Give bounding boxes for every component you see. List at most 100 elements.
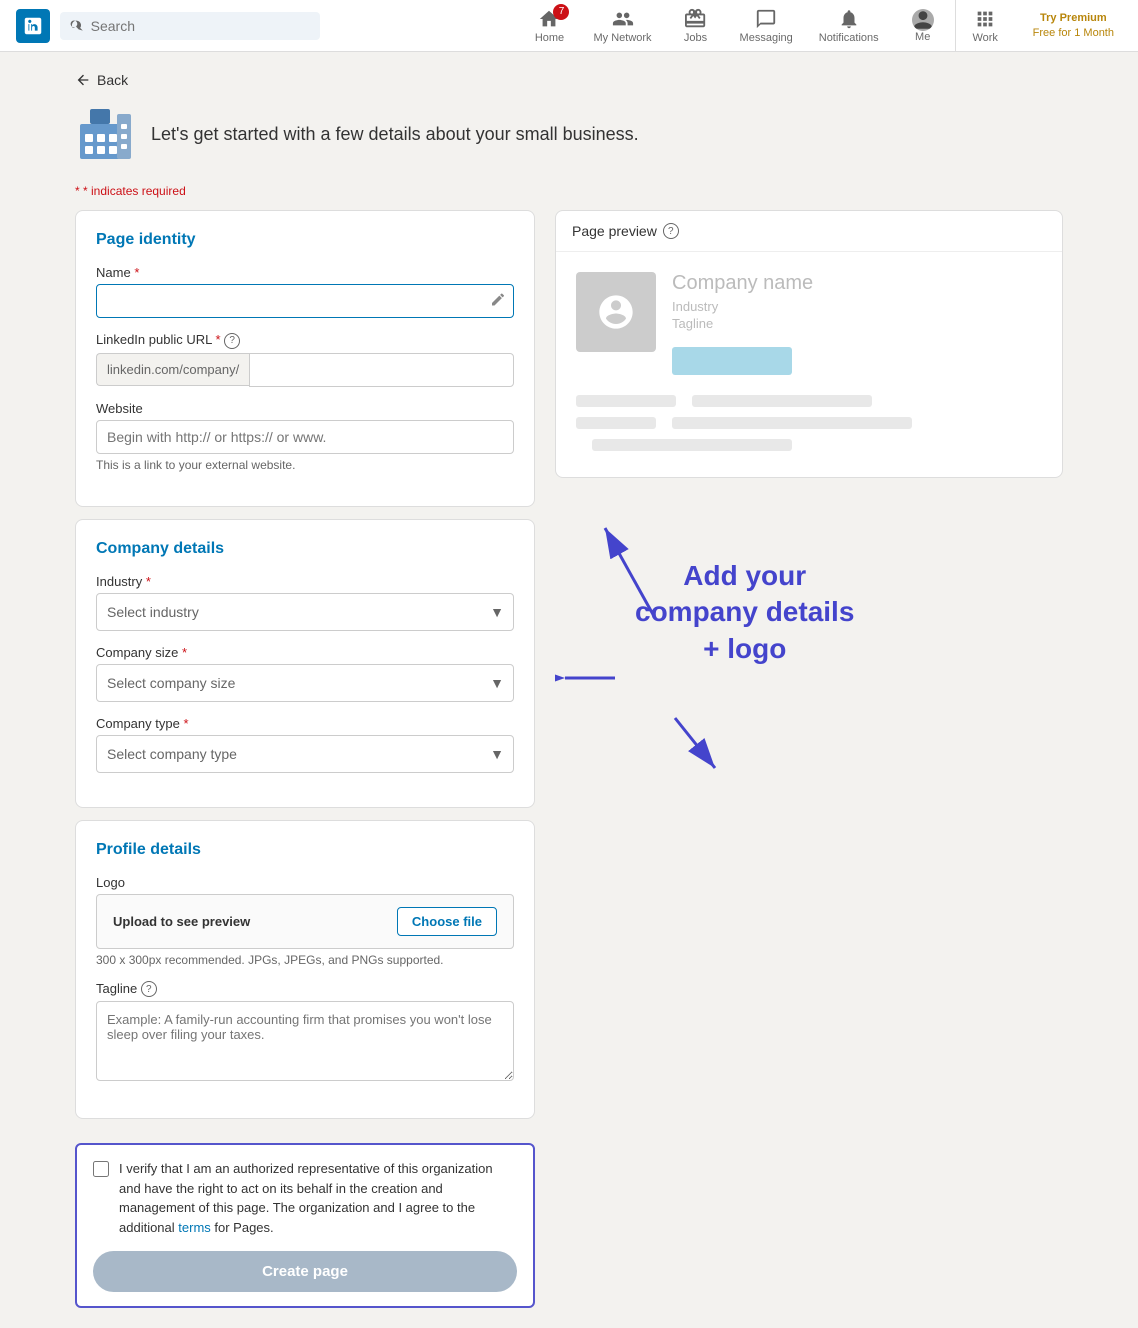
preview-bottom	[556, 395, 1062, 477]
back-label: Back	[97, 72, 128, 88]
page-preview-card: Page preview ? Company name Industry Tag…	[555, 210, 1063, 478]
nav-item-notifications[interactable]: Notifications	[807, 0, 891, 52]
preview-text-area: Company name Industry Tagline	[672, 272, 1042, 375]
search-box[interactable]	[60, 12, 320, 40]
website-input[interactable]	[96, 420, 514, 454]
skeleton-bar	[592, 439, 792, 451]
company-details-title: Company details	[96, 540, 514, 558]
website-label: Website	[96, 401, 514, 416]
avatar	[912, 9, 934, 31]
company-size-select[interactable]: Select company size 1-10 employees 11-50…	[96, 664, 514, 702]
nav-item-work[interactable]: Work	[955, 0, 1015, 52]
industry-label: Industry *	[96, 574, 514, 589]
nav-label-notifications: Notifications	[819, 32, 879, 44]
url-prefix: linkedin.com/company/	[96, 353, 249, 386]
search-input[interactable]	[91, 18, 310, 34]
linkedin-logo[interactable]	[16, 9, 50, 43]
company-type-label: Company type *	[96, 716, 514, 731]
premium-cta[interactable]: Try Premium Free for 1 Month	[1025, 11, 1122, 40]
verify-text: I verify that I am an authorized represe…	[119, 1159, 517, 1237]
company-type-field-group: Company type * Select company type Publi…	[96, 716, 514, 773]
nav-label-jobs: Jobs	[684, 32, 707, 44]
company-details-section: Company details Industry * Select indust…	[75, 519, 535, 808]
company-size-field-group: Company size * Select company size 1-10 …	[96, 645, 514, 702]
logo-hint: 300 x 300px recommended. JPGs, JPEGs, an…	[96, 953, 514, 967]
work-icon	[974, 8, 996, 30]
tagline-label: Tagline ?	[96, 981, 514, 998]
annotation-text: Add yourcompany details+ logo	[635, 558, 854, 667]
website-field-group: Website This is a link to your external …	[96, 401, 514, 472]
page-header: Let's get started with a few details abo…	[75, 104, 1063, 164]
verify-row: I verify that I am an authorized represe…	[93, 1159, 517, 1237]
logo-field-group: Logo Upload to see preview Choose file 3…	[96, 875, 514, 967]
company-size-select-wrapper: Select company size 1-10 employees 11-50…	[96, 664, 514, 702]
name-label: Name *	[96, 265, 514, 280]
tagline-field-group: Tagline ?	[96, 981, 514, 1085]
website-hint: This is a link to your external website.	[96, 458, 514, 472]
back-arrow-icon	[75, 72, 91, 88]
create-page-button[interactable]: Create page	[93, 1251, 517, 1292]
nav-label-network: My Network	[593, 32, 651, 44]
premium-line1: Try Premium	[1040, 11, 1107, 25]
name-field-group: Name *	[96, 265, 514, 318]
name-input[interactable]	[96, 284, 514, 318]
search-icon	[70, 18, 85, 34]
verify-checkbox[interactable]	[93, 1161, 109, 1177]
messaging-icon	[755, 8, 777, 30]
tagline-help-icon[interactable]: ?	[141, 981, 157, 997]
network-icon	[612, 8, 634, 30]
skeleton-bar	[576, 417, 656, 429]
preview-content: Company name Industry Tagline	[556, 252, 1062, 395]
company-type-select[interactable]: Select company type Public company Self-…	[96, 735, 514, 773]
nav-label-messaging: Messaging	[740, 32, 793, 44]
logo-label: Logo	[96, 875, 514, 890]
url-help-icon[interactable]: ?	[224, 333, 240, 349]
skeleton-bar	[672, 417, 912, 429]
skeleton-bar	[576, 395, 676, 407]
preview-tagline: Tagline	[672, 316, 1042, 331]
profile-details-section: Profile details Logo Upload to see previ…	[75, 820, 535, 1120]
company-type-select-wrapper: Select company type Public company Self-…	[96, 735, 514, 773]
industry-select[interactable]: Select industry Technology Finance Healt…	[96, 593, 514, 631]
skeleton-row-3	[576, 439, 1042, 451]
page-heading: Let's get started with a few details abo…	[151, 124, 639, 145]
premium-line2: Free for 1 Month	[1033, 26, 1114, 40]
nav-item-jobs[interactable]: Jobs	[666, 0, 726, 52]
nav-item-me[interactable]: Me	[893, 0, 953, 52]
preview-follow-button	[672, 347, 792, 375]
preview-help-icon[interactable]: ?	[663, 223, 679, 239]
nav-item-network[interactable]: My Network	[581, 0, 663, 52]
skeleton-bar	[692, 395, 872, 407]
url-field-group: LinkedIn public URL * ? linkedin.com/com…	[96, 332, 514, 387]
back-link[interactable]: Back	[75, 72, 1063, 88]
preview-title: Page preview	[572, 223, 657, 239]
profile-details-title: Profile details	[96, 841, 514, 859]
industry-field-group: Industry * Select industry Technology Fi…	[96, 574, 514, 631]
url-row: linkedin.com/company/	[96, 353, 514, 387]
form-layout: Page identity Name * LinkedIn public U	[75, 210, 1063, 1308]
preview-logo-placeholder	[576, 272, 656, 352]
notifications-icon	[838, 8, 860, 30]
main-nav: Home 7 My Network Jobs Messaging	[519, 0, 1122, 52]
nav-label-work: Work	[972, 32, 997, 44]
company-size-label: Company size *	[96, 645, 514, 660]
nav-item-home[interactable]: Home 7	[519, 0, 579, 52]
logo-upload-text: Upload to see preview	[113, 914, 250, 929]
preview-header: Page preview ?	[556, 211, 1062, 252]
logo-upload-area: Upload to see preview Choose file	[96, 894, 514, 949]
home-badge: 7	[553, 4, 569, 20]
terms-link[interactable]: terms	[178, 1220, 211, 1235]
page-identity-title: Page identity	[96, 231, 514, 249]
nav-label-me: Me	[915, 31, 930, 43]
preview-company-name: Company name	[672, 272, 1042, 295]
page-identity-section: Page identity Name * LinkedIn public U	[75, 210, 535, 507]
tagline-input[interactable]	[96, 1001, 514, 1081]
skeleton-row-2	[576, 417, 1042, 429]
choose-file-button[interactable]: Choose file	[397, 907, 497, 936]
navbar: Home 7 My Network Jobs Messaging	[0, 0, 1138, 52]
business-icon	[75, 104, 135, 164]
main-container: Back Let's get started with a few detail…	[59, 52, 1079, 1328]
preview-industry: Industry	[672, 299, 1042, 314]
url-input[interactable]	[249, 353, 514, 387]
nav-item-messaging[interactable]: Messaging	[728, 0, 805, 52]
